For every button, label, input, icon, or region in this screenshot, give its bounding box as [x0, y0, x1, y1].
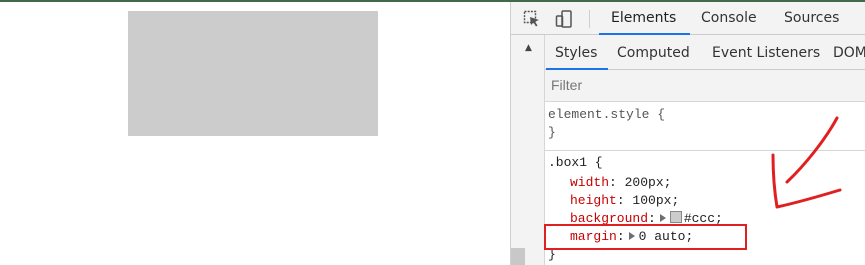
filter-input[interactable] — [551, 75, 851, 95]
scroll-up-arrow-icon[interactable]: ▲ — [525, 43, 532, 53]
styles-subtabs: Styles Computed Event Listeners DOM — [545, 35, 865, 70]
page-preview — [0, 2, 510, 265]
tab-console[interactable]: Console — [701, 2, 757, 34]
subtab-computed[interactable]: Computed — [617, 35, 690, 69]
element-style-selector[interactable]: element.style { — [548, 106, 665, 124]
declaration-height[interactable]: height: 100px; — [570, 192, 679, 210]
toolbar-separator — [589, 10, 590, 28]
annotation-arrow-icon — [771, 116, 842, 209]
tab-elements[interactable]: Elements — [598, 2, 691, 35]
subtab-styles[interactable]: Styles — [545, 35, 610, 70]
tab-sources[interactable]: Sources — [784, 2, 839, 34]
left-scrollbar[interactable]: ▲ — [511, 35, 545, 265]
prop-value: 200px — [624, 175, 664, 190]
prop-name: width — [570, 175, 610, 190]
declaration-width[interactable]: width: 200px; — [570, 174, 671, 192]
box1-selector[interactable]: .box1 { — [548, 154, 603, 172]
prop-name: height — [570, 193, 617, 208]
subtab-dom[interactable]: DOM — [833, 35, 865, 69]
device-toggle-icon[interactable] — [555, 10, 573, 28]
prop-value: 100px — [632, 193, 672, 208]
devtools-toolbar: Elements Console Sources — [511, 2, 865, 35]
scroll-thumb[interactable] — [511, 248, 525, 265]
expand-triangle-icon[interactable] — [659, 214, 666, 222]
subtab-event-listeners[interactable]: Event Listeners — [712, 35, 820, 69]
margin-highlight-box — [544, 224, 747, 250]
filter-bar — [545, 70, 865, 102]
box1-element[interactable] — [128, 11, 378, 136]
inspect-element-icon[interactable] — [523, 10, 541, 28]
color-swatch-icon[interactable] — [669, 211, 682, 223]
element-style-close: } — [548, 125, 556, 140]
